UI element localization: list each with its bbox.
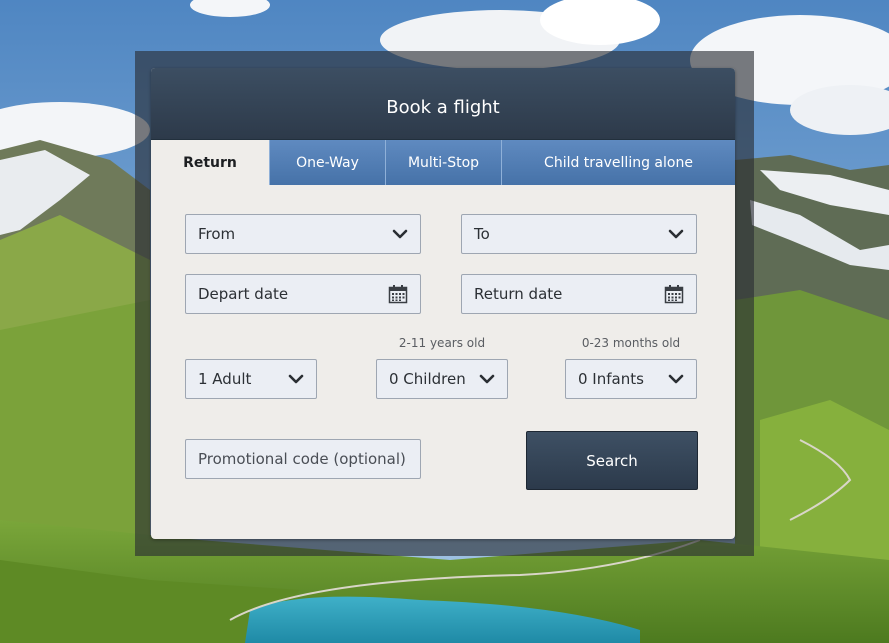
- return-date-placeholder: Return date: [474, 285, 563, 303]
- chevron-down-icon: [392, 229, 408, 239]
- to-select-value: To: [474, 225, 490, 243]
- tab-child-travelling-alone[interactable]: Child travelling alone: [501, 140, 735, 185]
- booking-panel: Book a flight Return One-Way Multi-Stop …: [151, 68, 735, 539]
- booking-form: From To Depart date Return date 2-11 yea…: [151, 184, 735, 539]
- infants-select[interactable]: 0 Infants: [565, 359, 697, 399]
- promo-code-placeholder: Promotional code (optional): [198, 450, 406, 468]
- promo-code-input[interactable]: Promotional code (optional): [185, 439, 421, 479]
- children-select-value: 0 Children: [389, 370, 466, 388]
- chevron-down-icon: [668, 229, 684, 239]
- from-select-value: From: [198, 225, 236, 243]
- chevron-down-icon: [288, 374, 304, 384]
- children-age-hint: 2-11 years old: [398, 336, 486, 350]
- tab-multi-stop[interactable]: Multi-Stop: [385, 140, 501, 185]
- chevron-down-icon: [668, 374, 684, 384]
- infants-select-value: 0 Infants: [578, 370, 644, 388]
- depart-date-placeholder: Depart date: [198, 285, 289, 303]
- panel-title: Book a flight: [386, 97, 500, 118]
- tab-one-way[interactable]: One-Way: [269, 140, 385, 185]
- calendar-icon[interactable]: [664, 284, 684, 304]
- adults-select-value: 1 Adult: [198, 370, 252, 388]
- chevron-down-icon: [479, 374, 495, 384]
- to-select[interactable]: To: [461, 214, 697, 254]
- tab-return[interactable]: Return: [151, 140, 269, 185]
- from-select[interactable]: From: [185, 214, 421, 254]
- children-select[interactable]: 0 Children: [376, 359, 508, 399]
- adults-select[interactable]: 1 Adult: [185, 359, 317, 399]
- panel-header: Book a flight: [151, 68, 735, 139]
- search-button[interactable]: Search: [526, 431, 698, 490]
- calendar-icon[interactable]: [388, 284, 408, 304]
- trip-type-tabs: Return One-Way Multi-Stop Child travelli…: [151, 139, 735, 185]
- depart-date-field[interactable]: Depart date: [185, 274, 421, 314]
- return-date-field[interactable]: Return date: [461, 274, 697, 314]
- infants-age-hint: 0-23 months old: [581, 336, 681, 350]
